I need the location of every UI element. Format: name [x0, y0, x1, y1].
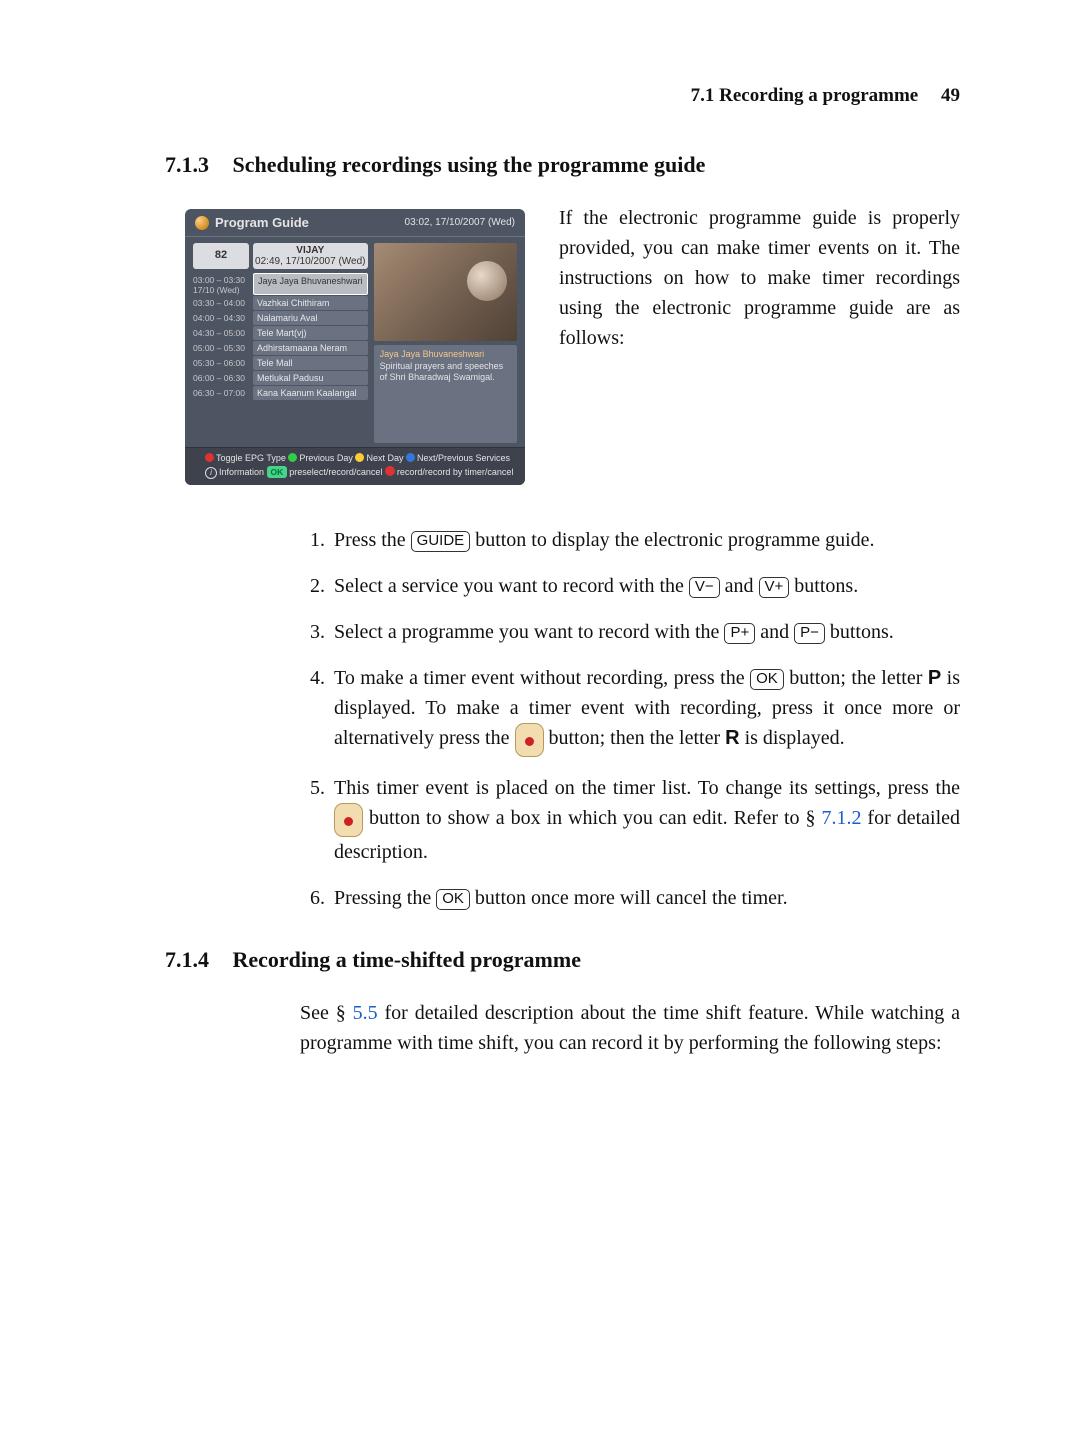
epg-time: 04:00 – 04:30 [193, 311, 249, 325]
page-header: 7.1 Recording a programme 49 [165, 85, 960, 107]
epg-time: 05:00 – 05:30 [193, 341, 249, 355]
ok-pill: OK [267, 466, 288, 479]
step-2: Select a service you want to record with… [330, 571, 960, 601]
p-plus-key: P+ [724, 623, 755, 644]
steps-list: Press the GUIDE button to display the el… [300, 525, 960, 913]
app-icon [195, 216, 209, 230]
epg-programme: Kana Kaanum Kaalangal [253, 386, 368, 400]
guide-key: GUIDE [411, 531, 471, 552]
epg-row: 04:00 – 04:30 Nalamariu Aval [193, 311, 368, 325]
epg-schedule: 82 VIJAY 02:49, 17/10/2007 (Wed) 03:00 –… [193, 243, 368, 443]
record-button-icon [334, 803, 363, 837]
section-title: Scheduling recordings using the programm… [233, 152, 706, 177]
epg-programme: Metlukal Padusu [253, 371, 368, 385]
epg-row: 05:00 – 05:30 Adhirstamaana Neram [193, 341, 368, 355]
ok-key: OK [750, 669, 784, 690]
epg-title: Program Guide [195, 215, 309, 230]
section-7-1-4-heading: 7.1.4 Recording a time-shifted programme [165, 947, 960, 973]
epg-time: 06:00 – 06:30 [193, 371, 249, 385]
info-icon: i [205, 467, 217, 479]
epg-time: 06:30 – 07:00 [193, 386, 249, 400]
header-section: 7.1 Recording a programme [691, 85, 919, 106]
epg-row: 03:30 – 04:00 Vazhkai Chithiram [193, 296, 368, 310]
program-guide-window: Program Guide 03:02, 17/10/2007 (Wed) 82… [185, 209, 525, 485]
red-dot-icon [205, 453, 214, 462]
green-dot-icon [288, 453, 297, 462]
epg-programme: Nalamariu Aval [253, 311, 368, 325]
section-7-1-3-heading: 7.1.3 Scheduling recordings using the pr… [165, 152, 960, 178]
section-number: 7.1.4 [165, 947, 227, 973]
blue-dot-icon [406, 453, 415, 462]
programme-description: Jaya Jaya Bhuvaneshwari Spiritual prayer… [374, 345, 517, 443]
epg-row: 05:30 – 06:00 Tele Mall [193, 356, 368, 370]
section-title: Recording a time-shifted programme [233, 947, 581, 972]
epg-row: 06:00 – 06:30 Metlukal Padusu [193, 371, 368, 385]
ref-5-5-link[interactable]: 5.5 [353, 1002, 378, 1024]
epg-footer: Toggle EPG Type Previous Day Next Day Ne… [185, 447, 525, 485]
epg-time: 05:30 – 06:00 [193, 356, 249, 370]
epg-programme: Vazhkai Chithiram [253, 296, 368, 310]
ok-key: OK [436, 889, 470, 910]
manual-page: 7.1 Recording a programme 49 7.1.3 Sched… [0, 0, 1080, 1439]
epg-body: 82 VIJAY 02:49, 17/10/2007 (Wed) 03:00 –… [185, 237, 525, 447]
v-minus-key: V− [689, 577, 720, 598]
epg-time: 03:00 – 03:3017/10 (Wed) [193, 273, 249, 295]
epg-titlebar: Program Guide 03:02, 17/10/2007 (Wed) [185, 209, 525, 237]
step-6: Pressing the OK button once more will ca… [330, 883, 960, 913]
record-button-icon [515, 723, 544, 757]
epg-clock: 03:02, 17/10/2007 (Wed) [405, 217, 515, 228]
epg-time: 03:30 – 04:00 [193, 296, 249, 310]
record-dot-icon [385, 466, 395, 476]
epg-programme: Tele Mart(vj) [253, 326, 368, 340]
epg-row: 04:30 – 05:00 Tele Mart(vj) [193, 326, 368, 340]
channel-number: 82 [193, 243, 249, 269]
header-page-number: 49 [941, 85, 960, 106]
channel-name-box: VIJAY 02:49, 17/10/2007 (Wed) [253, 243, 368, 269]
step-3: Select a programme you want to record wi… [330, 617, 960, 647]
step-4: To make a timer event without recording,… [330, 663, 960, 757]
section-7-1-4-body: See § 5.5 for detailed description about… [300, 998, 960, 1058]
epg-screenshot: Program Guide 03:02, 17/10/2007 (Wed) 82… [185, 209, 535, 485]
letter-p: P [928, 667, 941, 689]
epg-row: 03:00 – 03:3017/10 (Wed)Jaya Jaya Bhuvan… [193, 273, 368, 295]
epg-programme: Adhirstamaana Neram [253, 341, 368, 355]
yellow-dot-icon [355, 453, 364, 462]
epg-right-pane: Jaya Jaya Bhuvaneshwari Spiritual prayer… [374, 243, 517, 443]
letter-r: R [725, 727, 739, 749]
p-minus-key: P− [794, 623, 825, 644]
epg-programme: Tele Mall [253, 356, 368, 370]
step-1: Press the GUIDE button to display the el… [330, 525, 960, 555]
ref-7-1-2-link[interactable]: 7.1.2 [821, 807, 861, 829]
preview-thumbnail [374, 243, 517, 341]
step-5: This timer event is placed on the timer … [330, 773, 960, 867]
epg-programme: Jaya Jaya Bhuvaneshwari [253, 273, 368, 295]
epg-row: 06:30 – 07:00 Kana Kaanum Kaalangal [193, 386, 368, 400]
epg-time: 04:30 – 05:00 [193, 326, 249, 340]
v-plus-key: V+ [759, 577, 790, 598]
section-number: 7.1.3 [165, 152, 227, 178]
